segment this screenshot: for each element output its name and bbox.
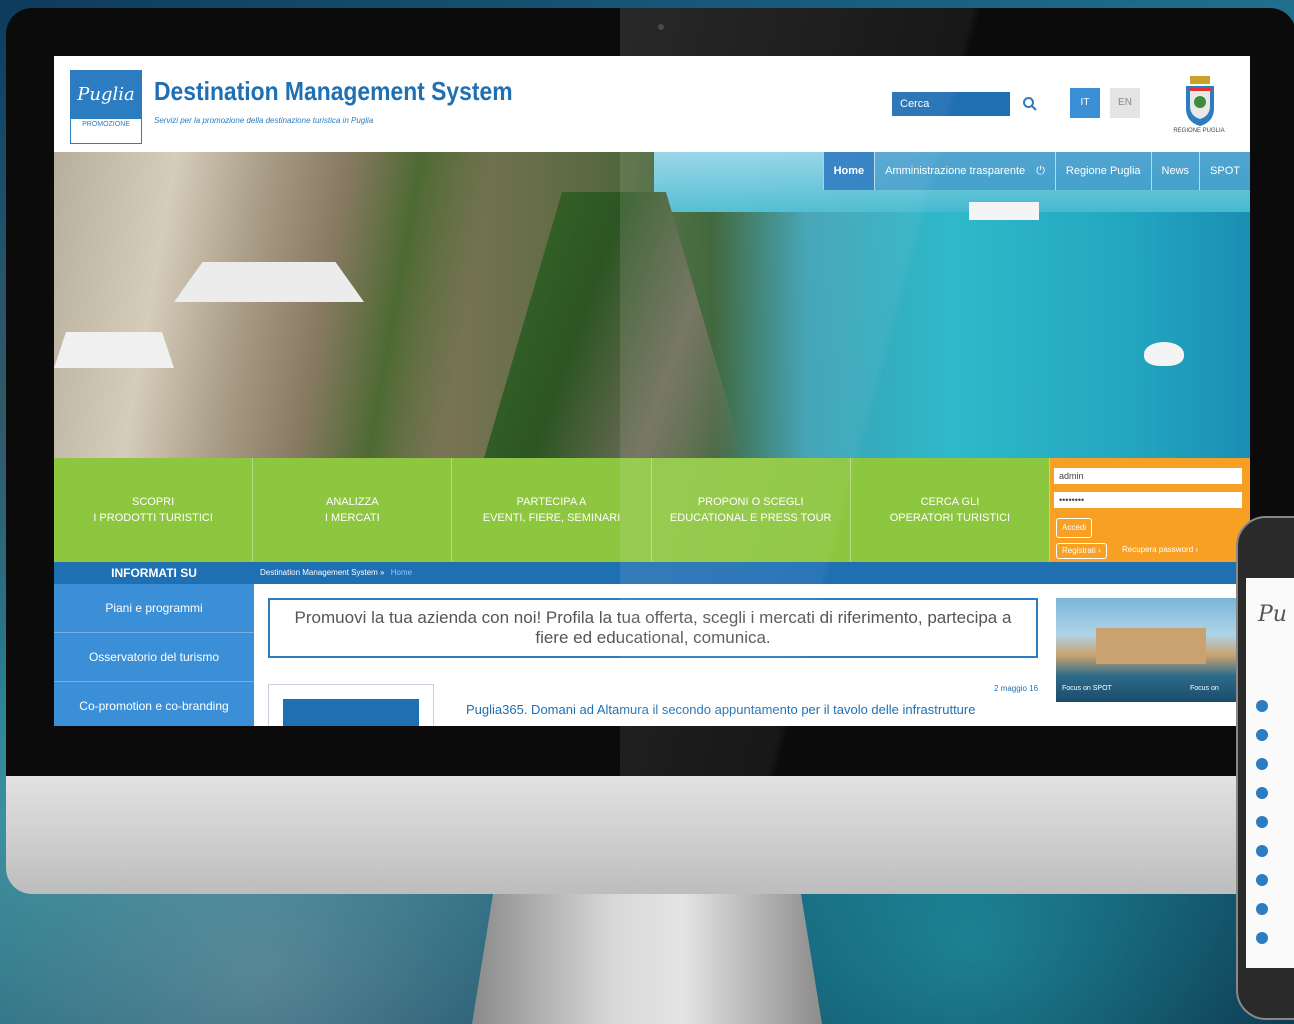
region-label: REGIONE PUGLIA	[1173, 128, 1225, 134]
hero-umbrella	[54, 332, 174, 368]
menu-analizza[interactable]: ANALIZZA I MERCATI	[253, 458, 453, 562]
main-nav: Home Amministrazione trasparente ⏻ Regio…	[822, 152, 1250, 190]
sidebar-item-osservatorio[interactable]: Osservatorio del turismo	[54, 633, 254, 682]
hero-umbrella	[174, 262, 364, 302]
register-link[interactable]: Registrati ›	[1056, 543, 1107, 559]
recover-password-link[interactable]: Recupera password ›	[1122, 545, 1198, 554]
logo-sub: PROMOZIONE	[82, 121, 130, 128]
news-thumbnail-image	[283, 699, 419, 726]
site-title[interactable]: Destination Management System	[154, 76, 513, 107]
focus-spot-image[interactable]: Focus on SPOT Focus on	[1056, 598, 1250, 702]
power-icon: ⏻	[1036, 165, 1045, 177]
green-action-menu: SCOPRI I PRODOTTI TURISTICI ANALIZZA I M…	[54, 458, 1051, 562]
monitor-stand	[472, 894, 822, 1024]
sidebar-item-copromotion[interactable]: Co-promotion e co-branding	[54, 682, 254, 726]
news-thumbnail[interactable]	[268, 684, 434, 726]
focus-label-left: Focus on SPOT	[1062, 685, 1112, 692]
phone-menu-icon[interactable]	[1256, 874, 1268, 886]
breadcrumb: Destination Management System » Home	[254, 562, 1250, 584]
phone-menu-icon[interactable]	[1256, 729, 1268, 741]
lang-en-button[interactable]: EN	[1110, 88, 1140, 118]
promo-message: Promuovi la tua azienda con noi! Profila…	[268, 598, 1038, 658]
monitor-chin	[6, 776, 1294, 894]
lang-it-button[interactable]: IT	[1070, 88, 1100, 118]
menu-scopri[interactable]: SCOPRI I PRODOTTI TURISTICI	[54, 458, 254, 562]
news-date: 2 maggio 16	[994, 684, 1039, 693]
news-title-link[interactable]: Puglia365. Domani ad Altamura il secondo…	[466, 702, 975, 717]
smartphone: Pu	[1236, 516, 1294, 1020]
breadcrumb-current: Home	[390, 568, 413, 577]
castle-image	[1096, 628, 1206, 664]
phone-logo: Pu	[1258, 602, 1287, 627]
logo-script: Puglia	[71, 71, 141, 119]
search-icon[interactable]	[1022, 96, 1038, 112]
nav-spot[interactable]: SPOT	[1199, 152, 1250, 190]
sidebar-item-piani[interactable]: Piani e programmi	[54, 584, 254, 633]
nav-amministrazione-label: Amministrazione trasparente	[885, 165, 1026, 177]
site-subtitle: Servizi per la promozione della destinaz…	[154, 116, 374, 125]
menu-cerca-operatori[interactable]: CERCA GLI OPERATORI TURISTICI	[851, 458, 1051, 562]
phone-menu-icon[interactable]	[1256, 932, 1268, 944]
login-button[interactable]: Accedi	[1056, 518, 1093, 538]
sidebar-heading: INFORMATI SU	[54, 562, 254, 584]
username-field[interactable]	[1054, 468, 1242, 484]
menu-partecipa[interactable]: PARTECIPA A EVENTI, FIERE, SEMINARI	[452, 458, 652, 562]
camera	[658, 24, 664, 30]
nav-home[interactable]: Home	[822, 152, 875, 190]
nav-regione-puglia[interactable]: Regione Puglia	[1054, 152, 1151, 190]
phone-menu-icon[interactable]	[1256, 787, 1268, 799]
phone-screen: Pu	[1246, 578, 1294, 968]
phone-menu-icon[interactable]	[1256, 758, 1268, 770]
menu-proponi[interactable]: PROPONI O SCEGLI EDUCATIONAL E PRESS TOU…	[652, 458, 851, 562]
search-input[interactable]	[892, 92, 1010, 116]
nav-news[interactable]: News	[1150, 152, 1200, 190]
login-box: Accedi Registrati › Recupera password ›	[1050, 458, 1250, 562]
hero-banner: Home Amministrazione trasparente ⏻ Regio…	[54, 152, 1250, 458]
regione-puglia-emblem-icon[interactable]	[1172, 74, 1228, 136]
sidebar: INFORMATI SU Piani e programmi Osservato…	[54, 562, 254, 726]
focus-label-right: Focus on	[1190, 685, 1219, 692]
phone-menu-icon[interactable]	[1256, 845, 1268, 857]
breadcrumb-root[interactable]: Destination Management System »	[260, 568, 385, 577]
phone-menu-icon[interactable]	[1256, 816, 1268, 828]
hero-catamaran	[969, 202, 1039, 220]
puglia-promozione-logo[interactable]: Puglia PROMOZIONE	[70, 70, 142, 144]
password-field[interactable]	[1054, 492, 1242, 508]
phone-menu-icon[interactable]	[1256, 903, 1268, 915]
hero-boat	[1144, 342, 1184, 366]
phone-menu-icon[interactable]	[1256, 700, 1268, 712]
nav-amministrazione[interactable]: Amministrazione trasparente ⏻	[874, 152, 1055, 190]
browser-screen: Puglia PROMOZIONE Destination Management…	[54, 56, 1250, 726]
